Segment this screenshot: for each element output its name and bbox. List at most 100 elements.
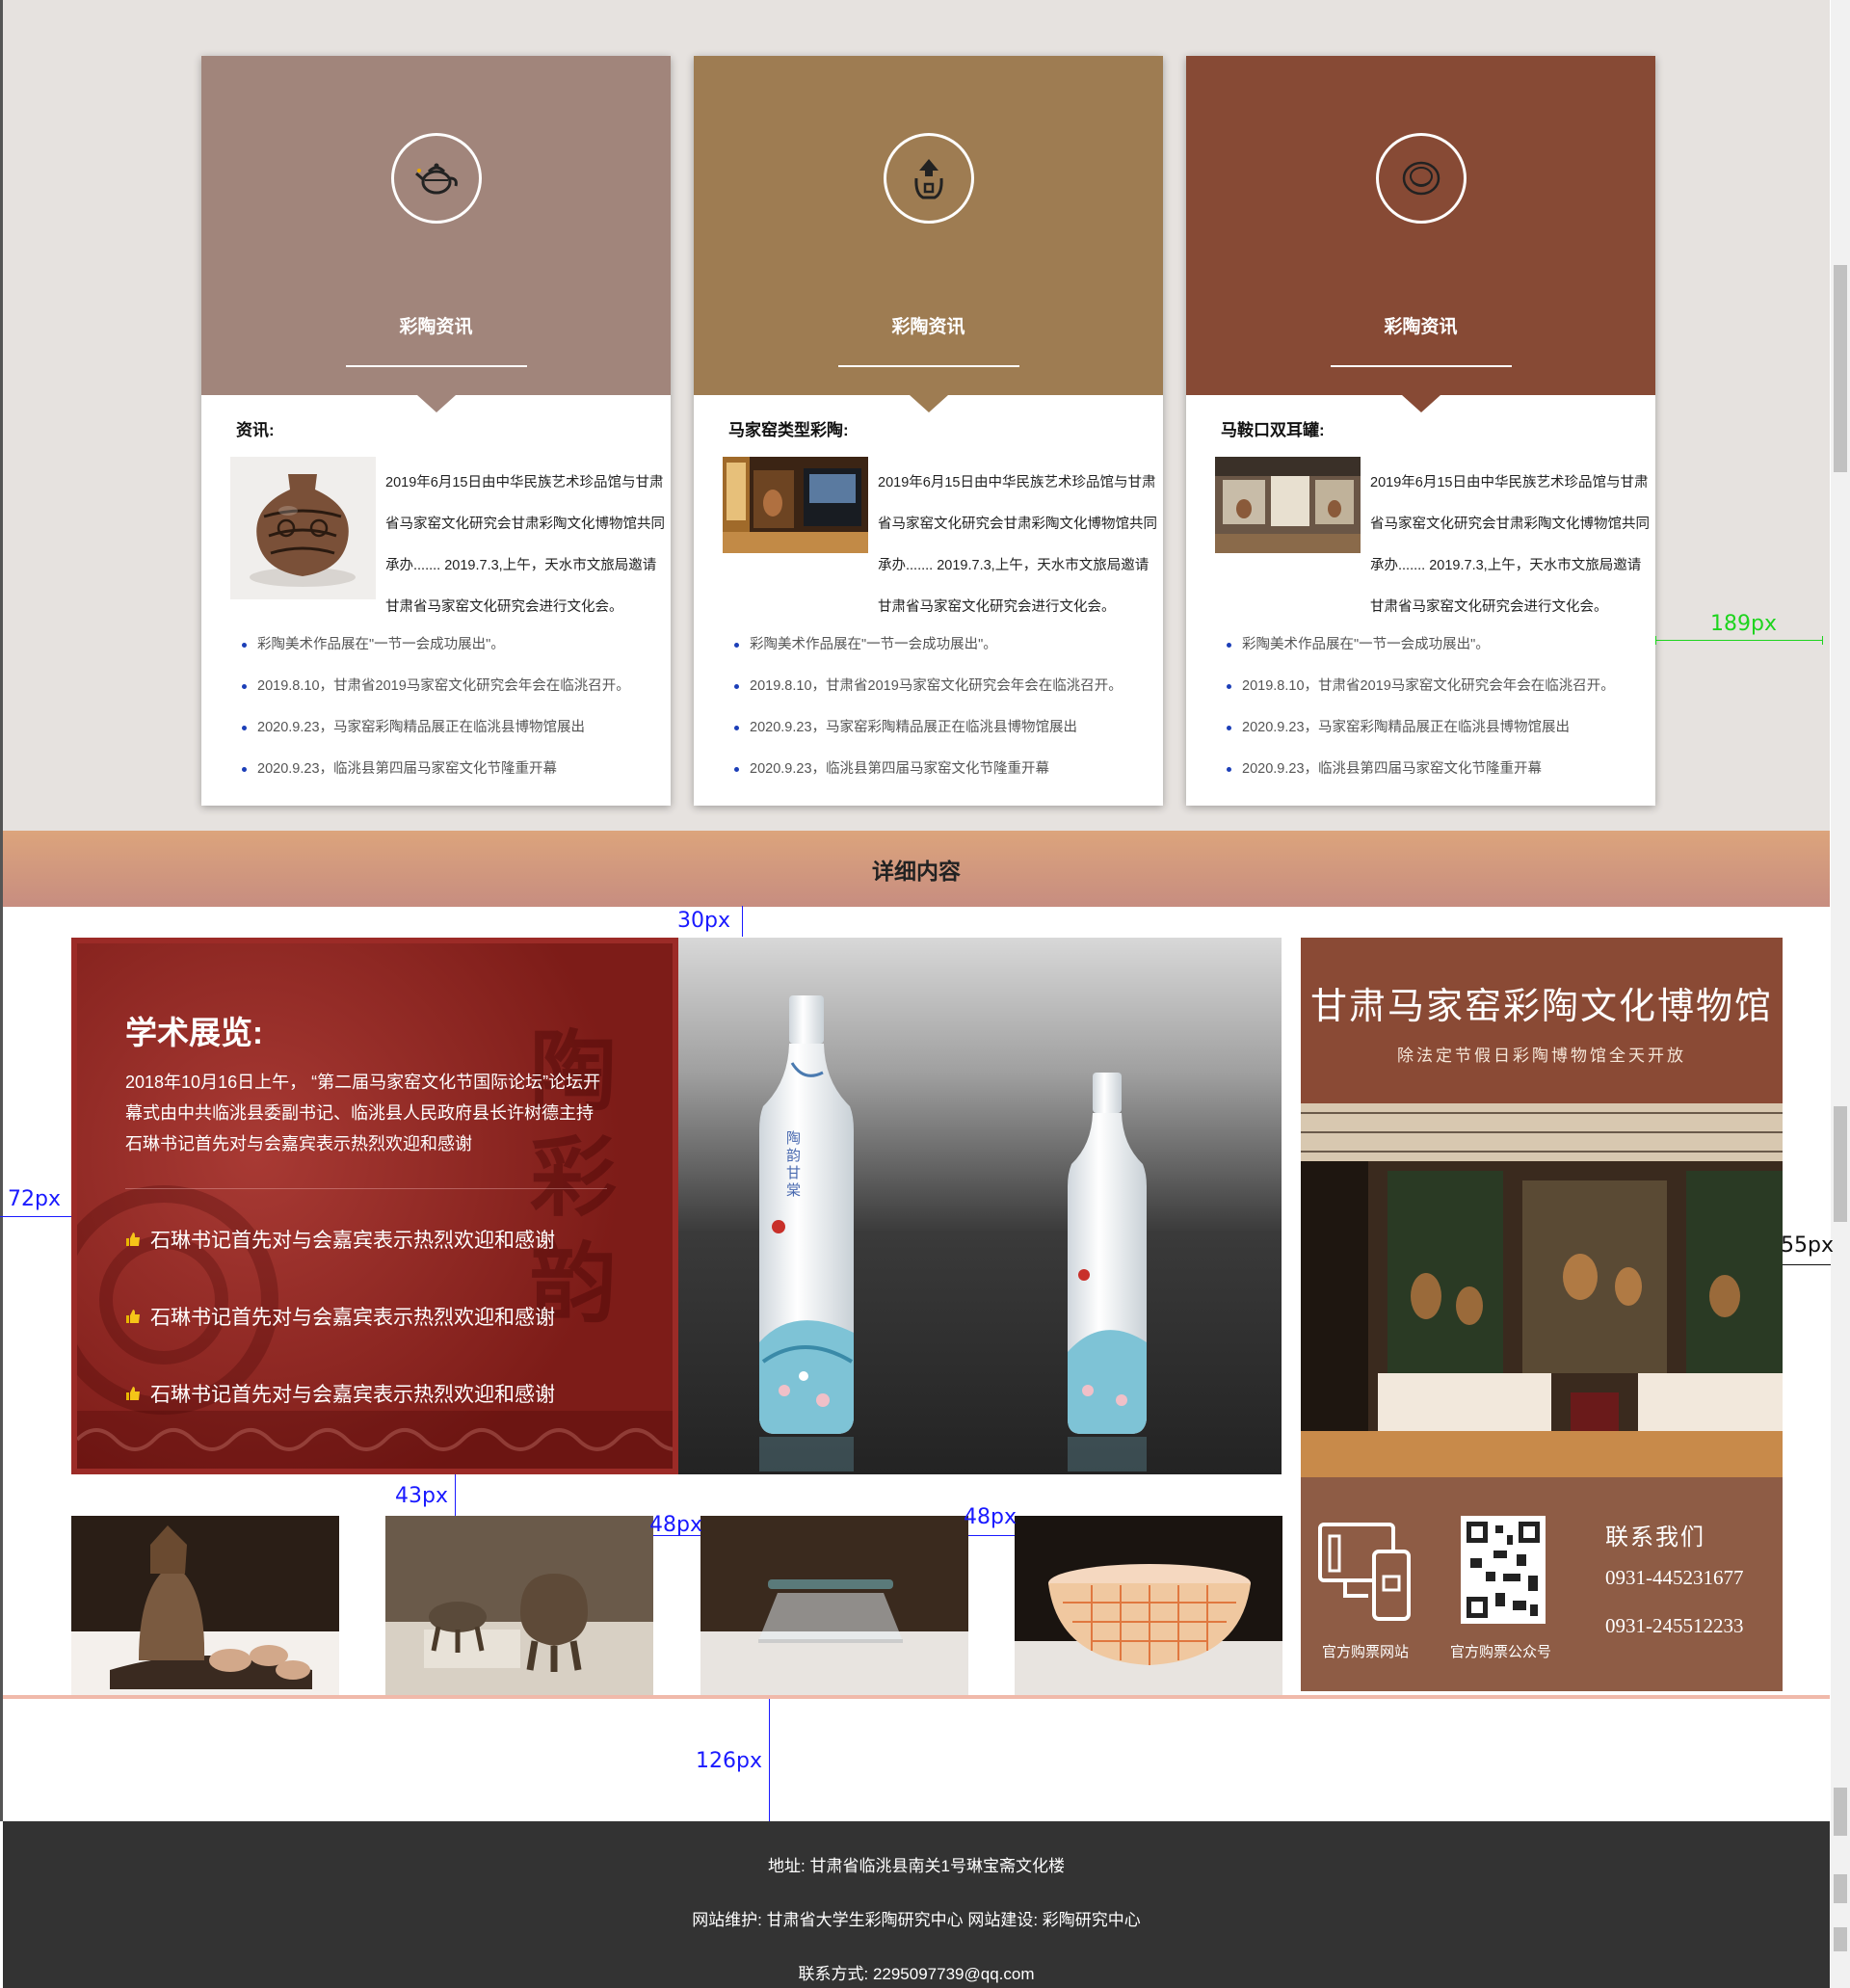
contact-title: 联系我们 [1605,1525,1705,1551]
poster-title: 甘肃马家窑彩陶文化博物馆 [1309,987,1773,1027]
ticket-wechat-label: 官方购票公众号 [1450,1644,1552,1660]
measure-line [455,1474,456,1516]
scrollbar-thumb[interactable] [1834,1927,1847,1951]
teapot-icon [414,163,458,195]
card-icon-circle[interactable] [883,133,974,224]
news-list-item[interactable]: 2019.8.10，甘肃省2019马家窑文化研究会年会在临洮召开。 [734,666,1123,707]
bowl-thumbnail[interactable] [1015,1516,1282,1695]
bottle-label: 陶韵甘棠 [786,1131,802,1199]
scrollbar-thumb[interactable] [1834,1788,1847,1836]
banner-pattern-border [77,1411,673,1469]
measure-line [742,906,743,937]
artifact-thumbnail[interactable] [700,1516,968,1695]
card-divider [345,365,527,367]
footer-contact[interactable]: 联系方式: 2295097739@qq.com [3,1960,1830,1984]
measure-line [769,1699,770,1821]
news-list-item[interactable]: 2020.9.23，临洮县第四届马家窑文化节隆重开幕 [1227,749,1615,790]
news-list-item[interactable]: 2020.9.23，马家窑彩陶精品展正在临洮县博物馆展出 [734,707,1123,749]
measure-label: 189px [1710,612,1777,636]
measure-label: 48px [964,1505,1017,1529]
measure-label: 30px [677,909,730,933]
museum-poster[interactable]: 甘肃马家窑彩陶文化博物馆 除法定节假日彩陶博物馆全天开放 官方购票网站 官方购票… [1301,938,1783,1691]
news-list: 彩陶美术作品展在"一节一会成功展出"。 2019.8.10，甘肃省2019马家窑… [732,624,1123,790]
card-arrow [909,395,948,412]
card-image-vase[interactable] [230,457,376,599]
pottery-thumbnail[interactable] [385,1516,653,1695]
banner-item-text: 石琳书记首先对与会嘉宾表示热烈欢迎和感谢 [150,1230,555,1252]
measure-label: 43px [395,1484,448,1508]
measure-label: 48px [649,1513,702,1537]
poster-contact-panel: 官方购票网站 官方购票公众号 联系我们 0931-445231677 0931-… [1301,1477,1783,1691]
measure-line [968,1535,1015,1536]
banner-item-text: 石琳书记首先对与会嘉宾表示热烈欢迎和感谢 [150,1307,555,1329]
measure-line [1783,1264,1831,1265]
card-header: 彩陶资讯 [1186,56,1655,412]
section-divider [3,1695,1830,1699]
thumbs-up-icon [126,1233,140,1246]
detail-title: 详细内容 [872,858,961,884]
news-list-item[interactable]: 彩陶美术作品展在"一节一会成功展出"。 [734,624,1123,666]
news-list-item[interactable]: 2020.9.23，临洮县第四届马家窑文化节隆重开幕 [242,749,630,790]
news-list-item[interactable]: 彩陶美术作品展在"一节一会成功展出"。 [1227,624,1615,666]
bottles-banner[interactable]: 陶韵甘棠 [678,938,1282,1474]
news-list: 彩陶美术作品展在"一节一会成功展出"。 2019.8.10，甘肃省2019马家窑… [240,624,630,790]
news-list: 彩陶美术作品展在"一节一会成功展出"。 2019.8.10，甘肃省2019马家窑… [1225,624,1615,790]
card-subtitle: 马家窑类型彩陶: [728,421,849,439]
card-divider [1330,365,1512,367]
banner-title: 学术展览: [125,1015,263,1050]
pottery-icon [913,159,943,199]
pottery-thumbnail[interactable] [71,1516,339,1695]
news-list-item[interactable]: 2019.8.10，甘肃省2019马家窑文化研究会年会在临洮召开。 [242,666,630,707]
card-description: 2019年6月15日由中华民族艺术珍品馆与甘肃省马家窑文化研究会甘肃彩陶文化博物… [385,475,665,615]
contact-phone-2: 0931-245512233 [1605,1614,1744,1637]
scrollbar-thumb[interactable] [1834,265,1847,472]
footer: 地址: 甘肃省临洮县南关1号琳宝斋文化楼 网站维护: 甘肃省大学生彩陶研究中心 … [3,1821,1830,1988]
poster-subtitle: 除法定节假日彩陶博物馆全天开放 [1397,1047,1686,1065]
measure-tick [1655,636,1656,645]
left-border [0,0,3,1821]
card-description: 2019年6月15日由中华民族艺术珍品馆与甘肃省马家窑文化研究会甘肃彩陶文化博物… [1370,475,1650,615]
news-list-item[interactable]: 2019.8.10，甘肃省2019马家窑文化研究会年会在临洮召开。 [1227,666,1615,707]
card-icon-circle[interactable] [1375,133,1467,224]
card-title: 彩陶资讯 [891,317,965,337]
banner-text: 2018年10月16日上午， “第二届马家窑文化节国际论坛”论坛开幕式由中共临洮… [125,1073,601,1153]
banner-list-item[interactable]: 石琳书记首先对与会嘉宾表示热烈欢迎和感谢 [125,1225,555,1254]
banner-list-item[interactable]: 石琳书记首先对与会嘉宾表示热烈欢迎和感谢 [125,1302,555,1331]
museum-interior-photo [1301,1103,1783,1477]
scrollbar-thumb[interactable] [1834,1874,1847,1903]
news-list-item[interactable]: 2020.9.23，马家窑彩陶精品展正在临洮县博物馆展出 [1227,707,1615,749]
detail-section-header: 详细内容 [3,831,1830,907]
card-title: 彩陶资讯 [1384,317,1458,337]
contact-phone-1: 0931-445231677 [1605,1566,1744,1589]
measure-label: 126px [696,1749,762,1773]
qr-code-icon[interactable] [1461,1516,1546,1624]
card-arrow [1401,395,1440,412]
card-arrow [416,395,456,412]
card-image-gallery[interactable] [1215,457,1361,553]
bottles-image [759,995,1147,1471]
news-list-item[interactable]: 2020.9.23，马家窑彩陶精品展正在临洮县博物馆展出 [242,707,630,749]
news-list-item[interactable]: 彩陶美术作品展在"一节一会成功展出"。 [242,624,630,666]
thumbs-up-icon [126,1387,140,1400]
news-list-item[interactable]: 2020.9.23，临洮县第四届马家窑文化节隆重开幕 [734,749,1123,790]
card-title: 彩陶资讯 [399,317,473,337]
card-subtitle: 资讯: [236,421,275,439]
measure-line [1655,640,1823,641]
scrollbar-thumb[interactable] [1834,1106,1847,1222]
bowl-icon [1402,161,1440,196]
measure-line [0,1216,71,1217]
measure-label: 72px [8,1187,61,1211]
thumbs-up-icon [126,1310,140,1323]
ticket-site-label: 官方购票网站 [1322,1644,1410,1660]
card-image-exhibit[interactable] [723,457,868,553]
card-description: 2019年6月15日由中华民族艺术珍品馆与甘肃省马家窑文化研究会甘肃彩陶文化博物… [878,475,1157,615]
card-subtitle: 马鞍口双耳罐: [1221,421,1325,439]
card-divider [837,365,1019,367]
banner-item-text: 石琳书记首先对与会嘉宾表示热烈欢迎和感谢 [150,1384,555,1406]
computer-phone-icon[interactable] [1316,1521,1416,1627]
card-icon-circle[interactable] [390,133,482,224]
card-header: 彩陶资讯 [201,56,671,412]
card-header: 彩陶资讯 [694,56,1163,412]
banner-divider [125,1188,607,1189]
banner-list-item[interactable]: 石琳书记首先对与会嘉宾表示热烈欢迎和感谢 [125,1379,555,1408]
